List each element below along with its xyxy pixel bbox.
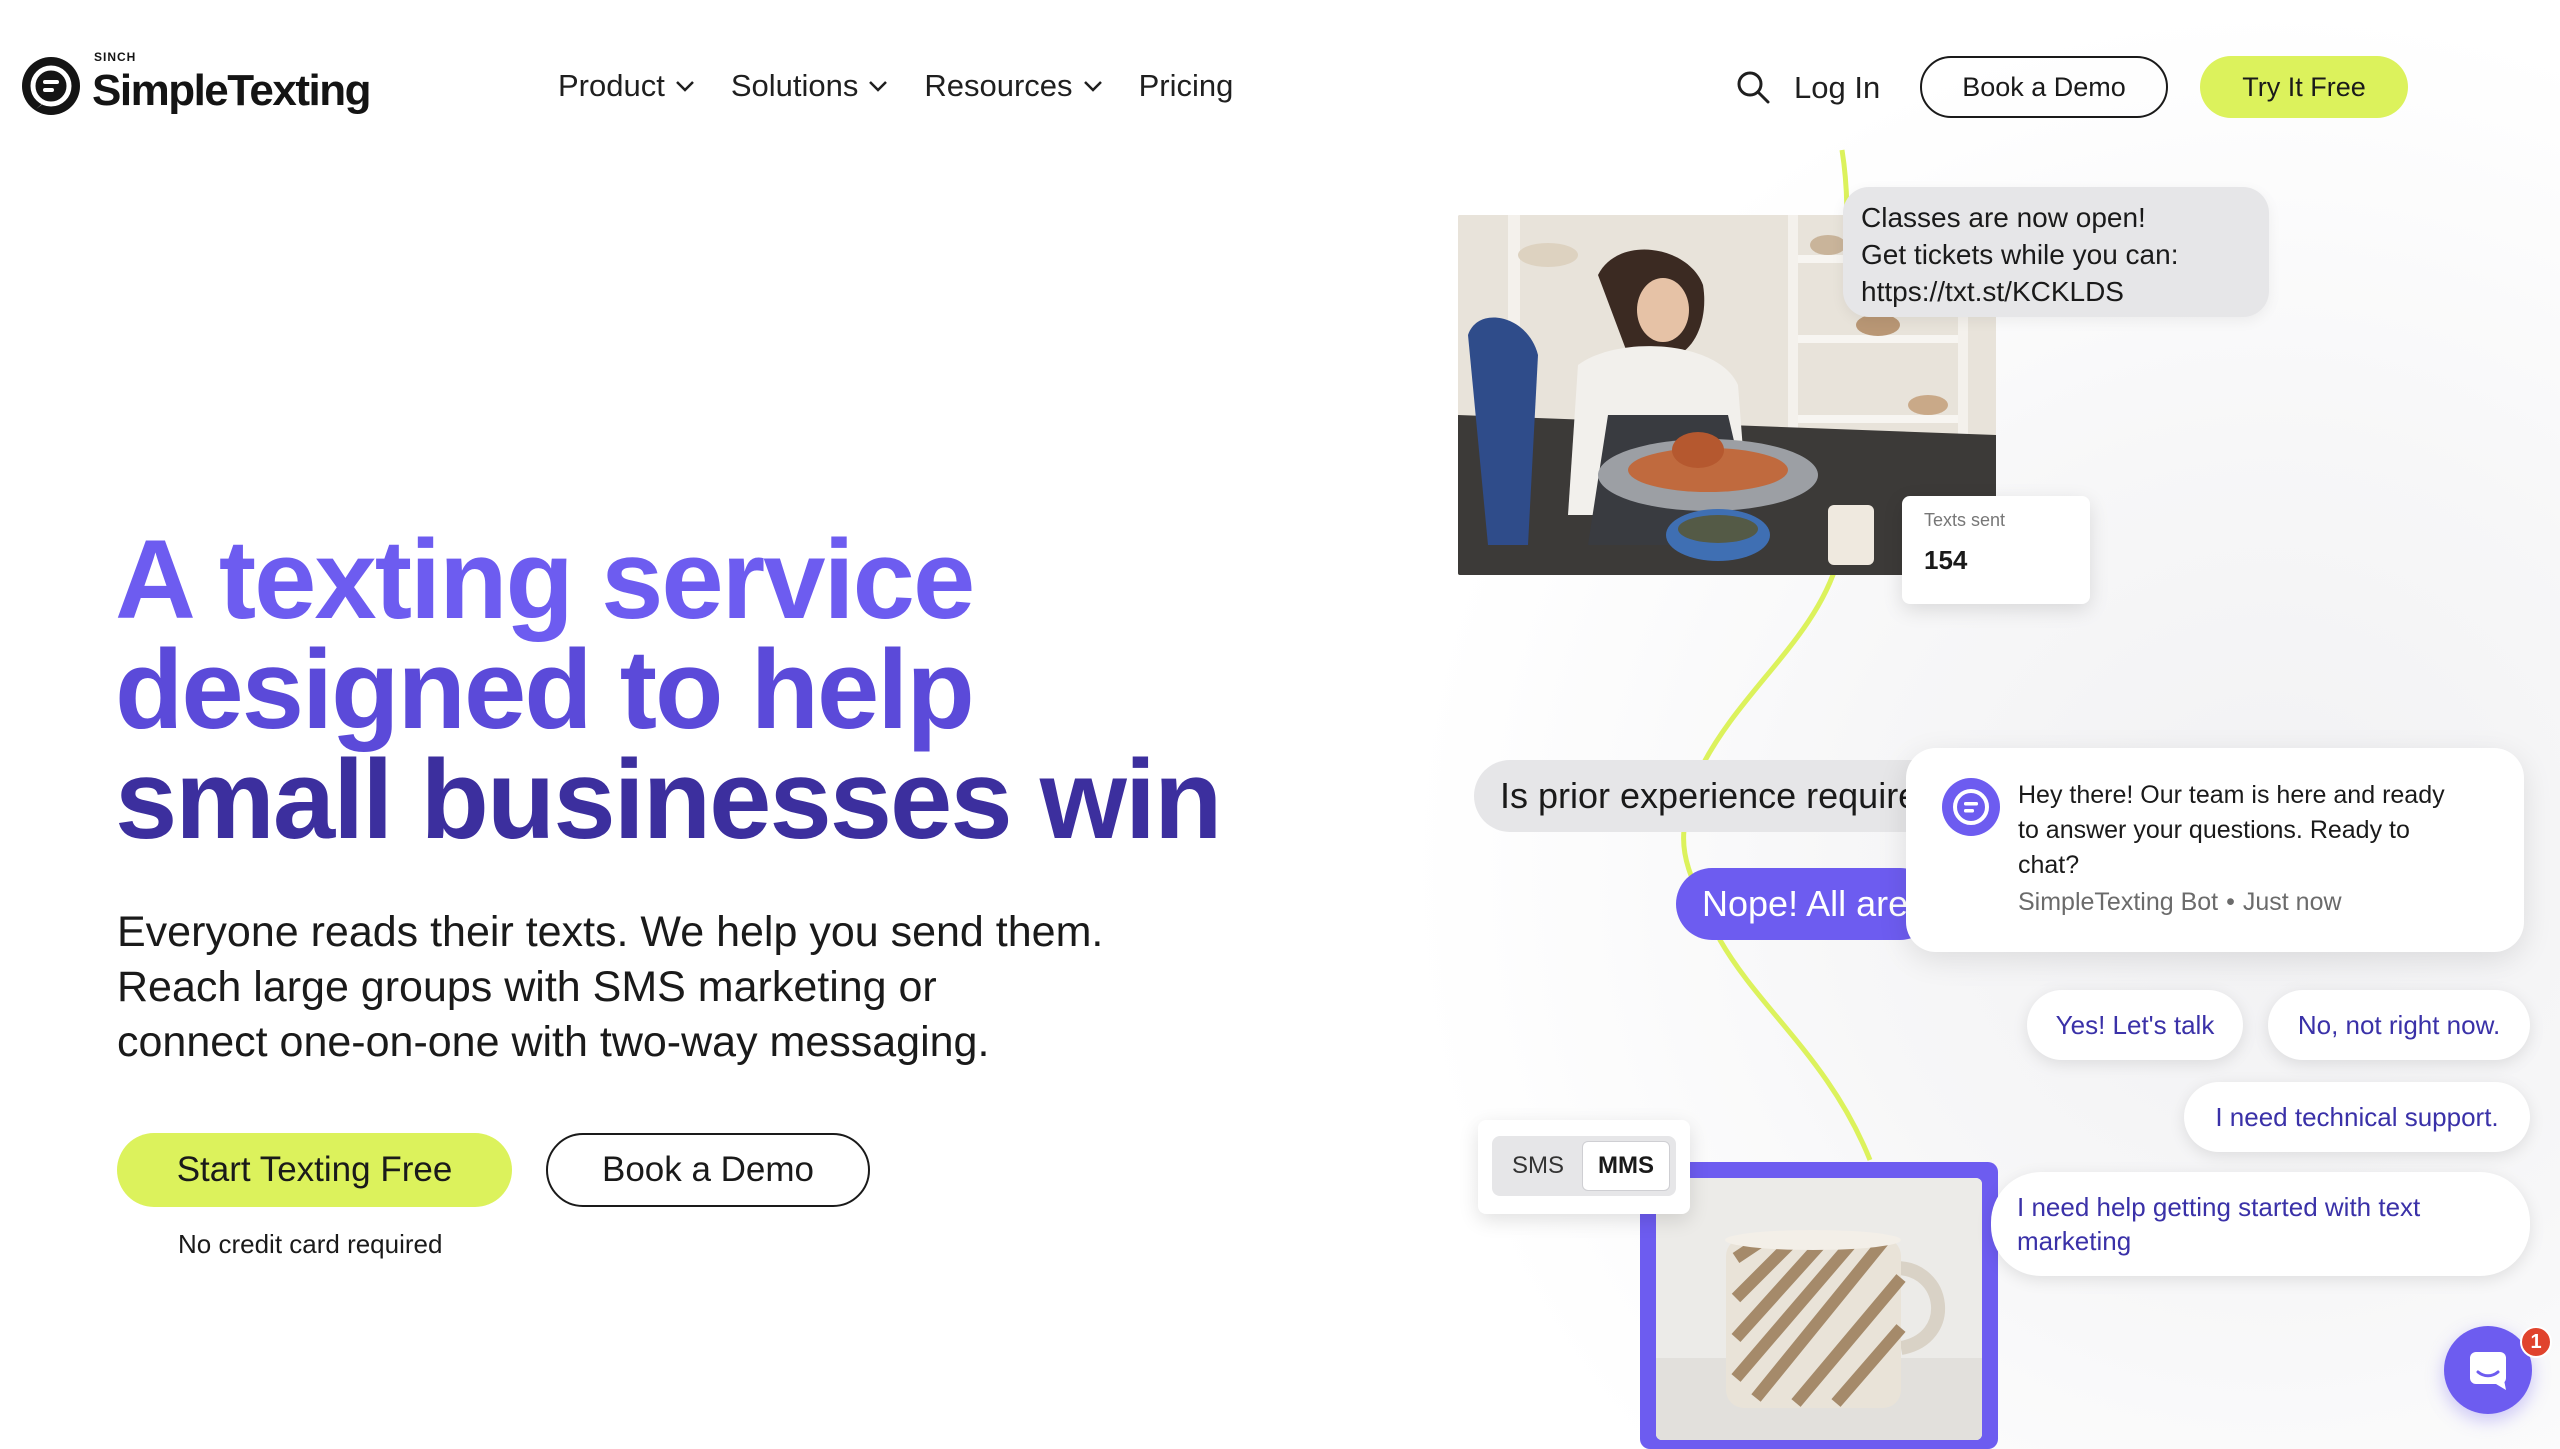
chat-time: Just now: [2242, 888, 2342, 916]
quick-reply-get-started[interactable]: I need help getting started with text ma…: [1991, 1172, 2530, 1276]
quick-reply-line: marketing: [2017, 1226, 2132, 1256]
texts-sent-label: Texts sent: [1924, 510, 2006, 530]
chat-message-text: Hey there! Our team is here and ready to…: [2018, 778, 2498, 883]
chat-message-line: chat?: [2018, 851, 2080, 879]
chat-message-line: to answer your questions. Ready to: [2018, 816, 2410, 844]
chat-meta: SimpleTexting Bot • Just now: [2018, 888, 2342, 916]
chat-icon: [2470, 1352, 2506, 1390]
texts-sent-card: Texts sent 154: [1902, 496, 2090, 604]
sms-bubble-classes: Classes are now open! Get tickets while …: [1843, 187, 2269, 317]
texts-sent-value: 154: [1924, 545, 1968, 575]
quick-reply-tech-support[interactable]: I need technical support.: [2184, 1082, 2530, 1152]
toggle-sms-option[interactable]: SMS: [1512, 1136, 1564, 1196]
sms-mms-toggle: SMS MMS: [1492, 1136, 1676, 1196]
quick-reply-yes[interactable]: Yes! Let's talk: [2027, 990, 2243, 1060]
sms-bubble-question: Is prior experience required?: [1474, 760, 1954, 832]
bubble-line: Get tickets while you can:: [1861, 239, 2179, 270]
bubble-line: https://txt.st/KCKLDS: [1861, 276, 2124, 307]
bubble-line: Classes are now open!: [1861, 202, 2146, 233]
quick-reply-no[interactable]: No, not right now.: [2268, 990, 2530, 1060]
quick-reply-line: I need help getting started with text: [2017, 1192, 2421, 1222]
chat-bot-message: Hey there! Our team is here and ready to…: [1906, 748, 2524, 952]
chat-message-line: Hey there! Our team is here and ready: [2018, 781, 2445, 809]
bot-avatar-icon: [1942, 778, 2000, 836]
chat-sender: SimpleTexting Bot: [2018, 888, 2219, 916]
unread-badge: 1: [2520, 1326, 2552, 1358]
sms-bubble-reply: Nope! All are welcome.: [1676, 868, 1936, 940]
mug-photo-frame: [1640, 1162, 1998, 1449]
sms-mms-toggle-card: SMS MMS: [1478, 1120, 1690, 1214]
toggle-mms-option[interactable]: MMS: [1582, 1141, 1670, 1191]
chat-launcher-button[interactable]: [2444, 1326, 2532, 1414]
mug-photo: [1656, 1178, 1982, 1440]
